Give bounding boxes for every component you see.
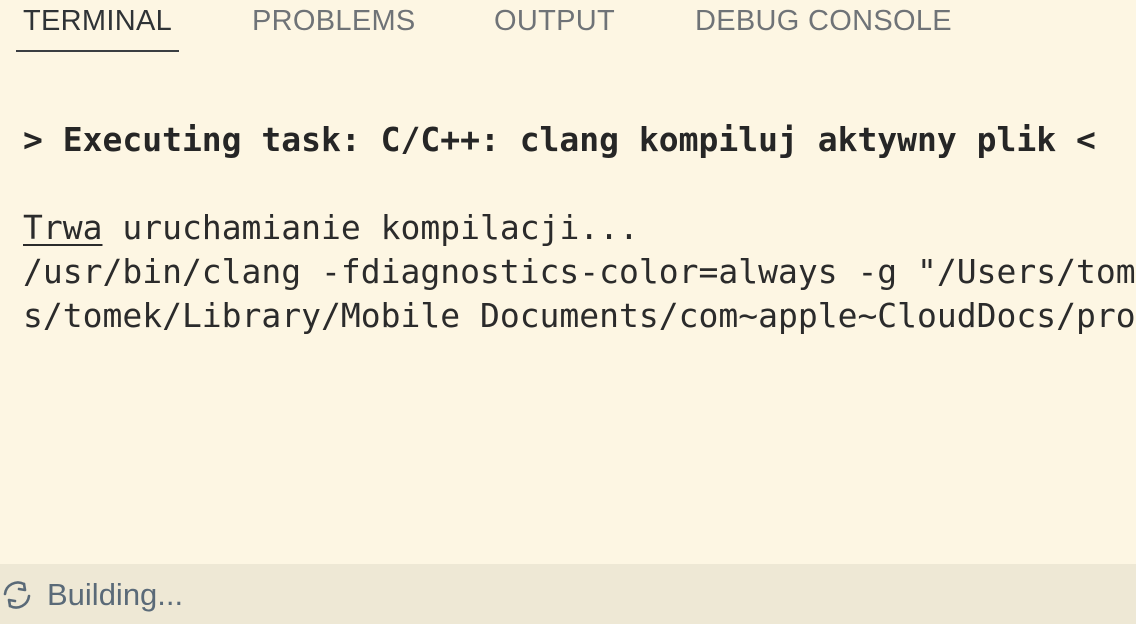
sync-icon <box>3 581 31 609</box>
build-status-line: Trwa uruchamianie kompilacji... <box>23 208 639 248</box>
build-status-text: uruchamianie kompilacji... <box>102 208 639 247</box>
tab-problems[interactable]: PROBLEMS <box>252 2 416 52</box>
terminal-link[interactable]: Trwa <box>23 208 102 247</box>
command-line-1: /usr/bin/clang -fdiagnostics-color=alway… <box>23 252 1136 291</box>
tab-output[interactable]: OUTPUT <box>494 2 615 52</box>
panel-tabs: TERMINAL PROBLEMS OUTPUT DEBUG CONSOLE <box>0 0 1136 56</box>
terminal-output[interactable]: > Executing task: C/C++: clang kompiluj … <box>0 56 1136 564</box>
build-status-bar: Building... <box>0 564 1136 624</box>
active-tab-indicator <box>16 50 180 52</box>
task-line: > Executing task: C/C++: clang kompiluj … <box>23 120 1096 159</box>
tab-debug-console-label: DEBUG CONSOLE <box>695 5 952 37</box>
tab-problems-label: PROBLEMS <box>252 5 416 37</box>
tab-terminal-label: TERMINAL <box>23 5 173 37</box>
building-status-text: Building... <box>47 577 184 612</box>
tab-debug-console[interactable]: DEBUG CONSOLE <box>695 2 952 52</box>
tab-terminal[interactable]: TERMINAL <box>16 2 180 52</box>
command-line-2: s/tomek/Library/Mobile Documents/com~app… <box>23 296 1136 335</box>
tab-output-label: OUTPUT <box>494 5 616 37</box>
terminal-panel: TERMINAL PROBLEMS OUTPUT DEBUG CONSOLE >… <box>0 0 1136 624</box>
